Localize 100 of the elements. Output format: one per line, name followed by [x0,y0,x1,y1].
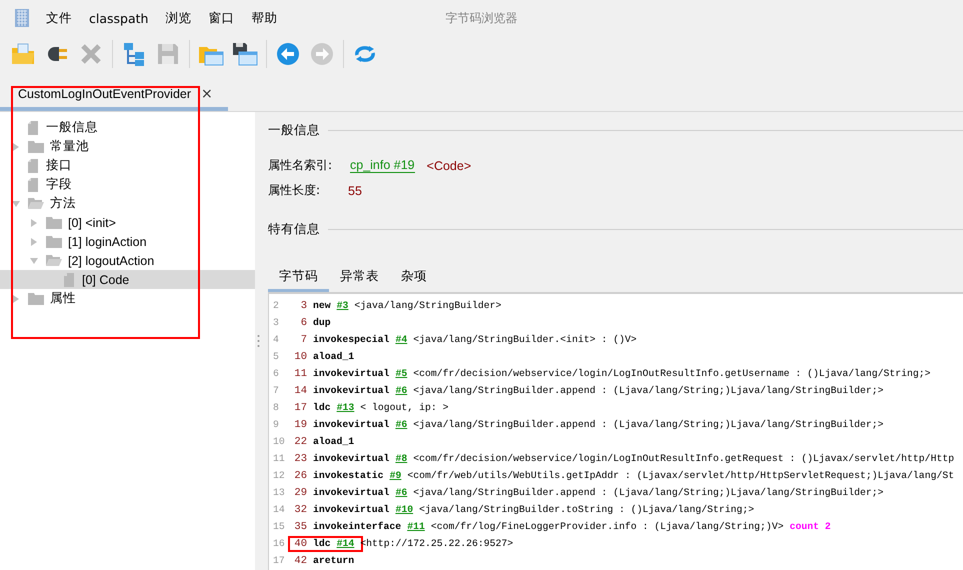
opcode: invokevirtual [313,487,390,498]
offset: 17 [293,402,307,414]
tree-item[interactable]: 接口 [0,156,255,175]
opcode: invokevirtual [313,385,390,396]
constant-link[interactable]: #13 [336,402,354,413]
line-number: 6 [272,368,280,379]
opcode: new [313,300,331,311]
menu-item[interactable]: classpath [89,10,148,26]
offset: 29 [293,486,307,498]
tree-icon [121,41,147,67]
menu-item[interactable]: 浏览 [165,10,192,26]
tree-item[interactable]: [0] Code [0,270,255,289]
opcode: ldc [313,402,331,413]
opcode: invokevirtual [313,368,390,379]
line-number: 17 [272,555,286,566]
opcode: invokeinterface [313,521,402,532]
splitter-handle-icon[interactable] [257,334,260,348]
line-number: 13 [272,487,286,498]
save-icon [155,41,181,67]
constant-link[interactable]: #6 [395,487,408,498]
constant-link[interactable]: #3 [336,300,348,311]
tree-item[interactable]: [0] <init> [0,213,255,232]
folder-icon [28,140,44,153]
document-tab[interactable]: CustomLogInOutEventProvider [14,85,196,103]
constant-link[interactable]: #6 [395,385,408,396]
file-icon [28,178,40,192]
tree-item[interactable]: 方法 [0,194,255,213]
line-number: 9 [272,419,280,430]
cp-info-link[interactable]: cp_info #19 [350,158,415,173]
tree-item[interactable]: [2] logoutAction [0,251,255,270]
field-value: <Code> [426,158,472,172]
line-number: 2 [272,300,280,311]
line-number: 8 [272,402,280,413]
constant-link[interactable]: #11 [407,521,425,532]
folder-icon [46,235,62,248]
opcode: ldc [313,538,331,549]
file-icon [28,120,40,134]
constant-link[interactable]: #14 [336,538,354,549]
menu-item[interactable]: 文件 [46,10,72,26]
sub-tab[interactable]: 异常表 [329,264,390,292]
close-icon[interactable]: × [201,86,213,102]
constant-link[interactable]: #10 [395,504,414,515]
expander-icon[interactable] [30,256,38,264]
opcode: aload_1 [313,436,354,447]
field-value: 55 [348,184,362,198]
window-title: 字节码浏览器 [444,10,518,26]
opcode: dup [313,317,331,328]
offset: 14 [293,384,307,396]
file-icon [64,272,76,286]
expander-icon[interactable] [12,142,20,150]
save-window-icon [232,41,258,67]
line-number: 5 [272,351,280,362]
opcode: areturn [313,555,354,566]
tree-item[interactable]: 属性 [0,289,255,308]
offset: 42 [293,554,307,566]
menu-item[interactable]: 帮助 [251,10,278,26]
operand: <com/fr/decision/webservice/login/LogInOutResultInfo.getUsername : ()Ljava/lang/String;> [413,368,931,379]
operand: <java/lang/StringBuilder.toString : ()Ljava/lang/String;> [419,504,754,515]
line-number: 7 [272,385,280,396]
opcode: invokevirtual [313,453,390,464]
forward-icon [309,41,335,67]
tree-item[interactable]: [1] loginAction [0,232,255,251]
opcode: invokespecial [313,334,390,345]
tree-item[interactable]: 常量池 [0,137,255,156]
offset: 32 [293,504,307,516]
folder-icon [28,292,44,305]
constant-link[interactable]: #9 [390,470,402,481]
section-title: 一般信息 [268,122,320,139]
constant-link[interactable]: #4 [395,334,408,345]
open-folder-icon [46,254,62,267]
sub-tab[interactable]: 杂项 [390,264,438,292]
line-number: 10 [272,436,286,447]
tree-item[interactable]: 一般信息 [0,118,255,137]
line-number: 4 [272,334,280,345]
field-label: 属性名索引: [268,157,334,174]
operand: <java/lang/StringBuilder.append : (Ljava/lang/String;)Ljava/lang/StringBuilder;> [413,487,884,498]
count-label: count 2 [790,521,831,532]
offset: 6 [300,316,307,328]
operand: <com/fr/log/FineLoggerProvider.info : (Ljava/lang/String;)V> [430,521,784,532]
operand: <com/fr/web/utils/WebUtils.getIpAddr : (Ljavax/servlet/http/HttpServletRequest;)Ljava/lang/St [407,470,954,481]
operand: <java/lang/StringBuilder> [354,300,502,311]
expander-icon[interactable] [12,200,20,208]
tree-item[interactable]: 字段 [0,175,255,194]
constant-link[interactable]: #5 [395,368,408,379]
menu-item[interactable]: 窗口 [208,10,234,26]
offset: 3 [300,300,307,312]
line-number: 14 [272,504,286,515]
opcode: invokestatic [313,470,384,481]
offset: 40 [293,538,307,550]
opcode: aload_1 [313,351,354,362]
file-icon [28,158,40,172]
line-number: 16 [272,538,286,549]
operand: <com/fr/decision/webservice/login/LogInOutResultInfo.getRequest : ()Ljavax/servlet/http/Http [413,453,954,464]
expander-icon[interactable] [30,238,38,246]
constant-link[interactable]: #6 [395,419,408,430]
constant-link[interactable]: #8 [395,453,408,464]
expander-icon[interactable] [12,294,20,302]
field-label: 属性长度: [268,182,322,199]
open-icon [10,41,36,67]
expander-icon[interactable] [30,218,38,226]
